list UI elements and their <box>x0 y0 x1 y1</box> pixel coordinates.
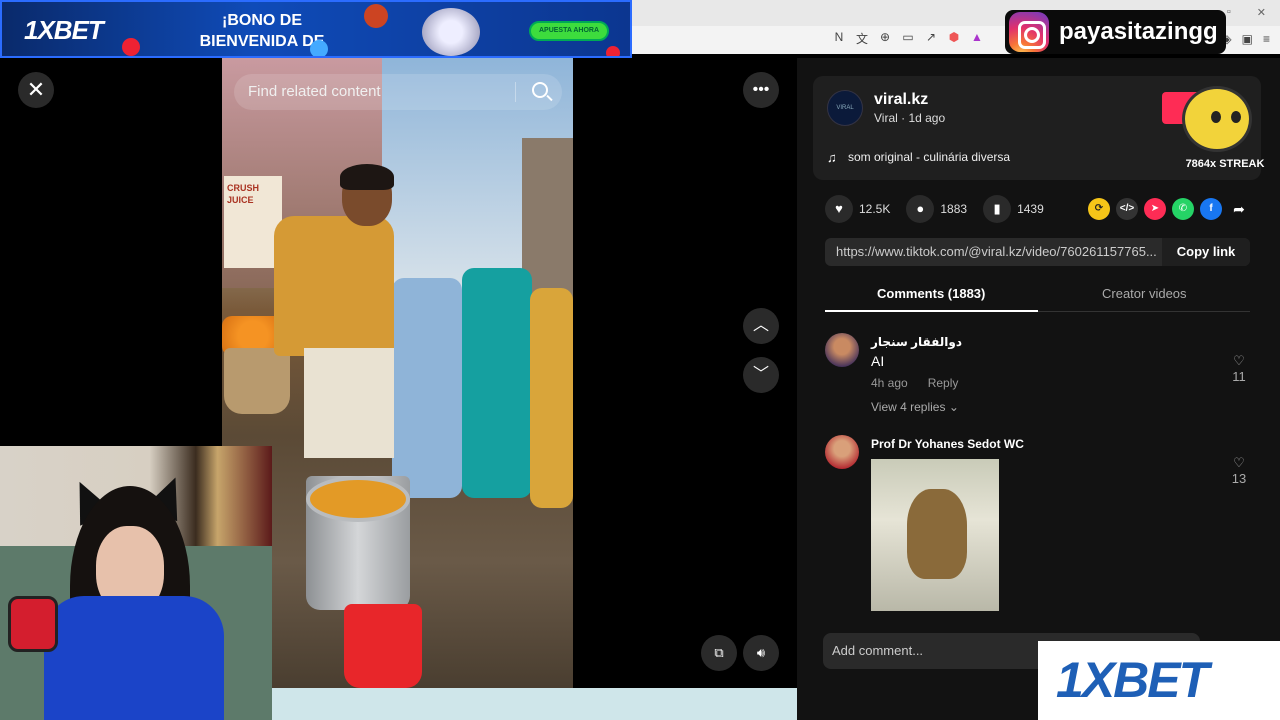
search-icon[interactable] <box>532 82 548 98</box>
translate-icon[interactable]: 文 <box>855 30 869 47</box>
tab-creator-videos[interactable]: Creator videos <box>1102 286 1187 301</box>
next-video-button[interactable]: ﹀ <box>743 357 779 393</box>
chevron-down-icon: ⌄ <box>948 400 959 414</box>
repost-icon[interactable]: ⟳ <box>1088 198 1110 220</box>
comment-image[interactable] <box>871 459 999 611</box>
panel-tabs: Comments (1883) Creator videos <box>825 280 1250 312</box>
video-url[interactable]: https://www.tiktok.com/@viral.kz/video/7… <box>836 244 1158 259</box>
music-title[interactable]: som original - culinária diversa <box>848 150 1010 164</box>
ad-decoration <box>606 46 620 56</box>
copy-link-button[interactable]: Copy link <box>1162 238 1250 266</box>
music-note-icon: ♫ <box>827 150 837 165</box>
share-arrow-icon[interactable]: ➦ <box>1228 198 1250 220</box>
wallet-icon[interactable]: ▣ <box>1242 32 1253 46</box>
heart-outline-icon[interactable]: ♡ <box>1227 455 1251 471</box>
related-search-bar[interactable]: Find related content <box>234 74 562 110</box>
tab-comments[interactable]: Comments (1883) <box>877 286 985 301</box>
astronaut-mascot-image <box>422 8 480 56</box>
video-crowd <box>392 268 573 528</box>
commenter-name[interactable]: Prof Dr Yohanes Sedot WC <box>871 437 1024 451</box>
rewards-icon[interactable]: ▲ <box>970 30 984 47</box>
maximize-icon[interactable]: ▫ <box>1227 6 1231 19</box>
comment-like-count: 11 <box>1232 369 1246 384</box>
reader-icon[interactable]: N <box>832 30 846 47</box>
facebook-icon[interactable]: f <box>1200 198 1222 220</box>
browser-right-icons: ◈ ▣ ≡ <box>1222 32 1270 46</box>
instagram-handle: payasitazingg <box>1059 18 1218 45</box>
instagram-icon <box>1009 12 1049 52</box>
ad-decoration <box>364 4 388 28</box>
search-input[interactable]: Find related content <box>248 83 381 100</box>
pip-button[interactable]: ⧉ <box>701 635 737 671</box>
active-tab-indicator <box>825 310 1038 312</box>
author-subtitle: Viral · 1d ago <box>874 111 946 125</box>
likes-count: 12.5K <box>859 202 891 216</box>
commenter-name[interactable]: دوالفقار سنجار <box>871 335 962 349</box>
embed-icon[interactable]: </> <box>1116 198 1138 220</box>
send-icon[interactable]: ➤ <box>1144 198 1166 220</box>
screenshot-icon[interactable]: ▭ <box>901 30 915 47</box>
engagement-stats: ♥ 12.5K ● 1883 ▮ 1439 <box>825 195 1060 223</box>
share-icons: ⟳ </> ➤ ✆ f ➦ <box>1088 198 1250 220</box>
comment-item: دوالفقار سنجار AI 4h ago Reply View 4 rep… <box>825 333 1251 423</box>
commenter-avatar[interactable] <box>825 333 859 367</box>
saves-count: 1439 <box>1017 202 1044 216</box>
ad-decoration <box>122 38 140 56</box>
brave-shield-icon[interactable]: ⬢ <box>947 30 961 47</box>
menu-icon[interactable]: ≡ <box>1263 32 1270 46</box>
share-page-icon[interactable]: ↗ <box>924 30 938 47</box>
ad-decoration <box>310 40 328 56</box>
comment-time: 4h ago <box>871 376 908 390</box>
comment-item: Prof Dr Yohanes Sedot WC ♡ 13 <box>825 435 1251 613</box>
microphone-icon <box>8 596 58 652</box>
video-pot-top <box>306 476 410 522</box>
bee-mascot-icon <box>1182 86 1252 152</box>
video-link-box: https://www.tiktok.com/@viral.kz/video/7… <box>825 238 1250 266</box>
search-divider <box>515 82 516 102</box>
heart-icon[interactable]: ♥ <box>825 195 853 223</box>
whatsapp-icon[interactable]: ✆ <box>1172 198 1194 220</box>
commenter-avatar[interactable] <box>825 435 859 469</box>
more-options-button[interactable]: ••• <box>743 72 779 108</box>
bookmark-icon[interactable]: ▮ <box>983 195 1012 223</box>
video-player[interactable]: CRUSH JUICE <box>222 58 573 688</box>
instagram-handle-overlay: payasitazingg <box>1005 10 1226 54</box>
view-replies-label: View 4 replies <box>871 400 946 414</box>
add-comment-input[interactable]: Add comment... <box>832 643 923 658</box>
comment-like[interactable]: ♡ 11 <box>1227 353 1251 384</box>
ad-logo: 1XBET <box>24 15 104 45</box>
bottom-ad-banner[interactable]: 1XBET <box>1038 641 1280 720</box>
volume-button[interactable]: 🔊︎ <box>743 635 779 671</box>
comment-like-count: 13 <box>1231 471 1247 486</box>
streak-counter: 7864x STREAK <box>1185 158 1265 170</box>
ad-logo: 1XBET <box>1056 652 1209 708</box>
comments-count: 1883 <box>940 202 968 216</box>
video-bucket <box>344 604 422 688</box>
video-man <box>274 164 394 488</box>
streak-overlay: 7864x STREAK <box>1170 78 1280 176</box>
heart-outline-icon[interactable]: ♡ <box>1227 353 1251 369</box>
comment-icon[interactable]: ● <box>906 195 935 223</box>
top-ad-banner[interactable]: 1XBET ¡BONO DE BIENVENIDA DE HASTA APUES… <box>0 0 632 58</box>
streamer-webcam <box>0 446 272 720</box>
previous-video-button[interactable]: ︿ <box>743 308 779 344</box>
comment-text: AI <box>871 353 885 369</box>
author-name[interactable]: viral.kz <box>874 91 928 109</box>
author-avatar[interactable]: VIRAL <box>827 90 863 126</box>
close-window-icon[interactable]: ✕ <box>1257 6 1266 19</box>
comment-like[interactable]: ♡ 13 <box>1227 455 1251 486</box>
address-bar-icons: N 文 ⊕ ▭ ↗ ⬢ ▲ <box>832 30 984 47</box>
comment-meta: 4h ago Reply <box>871 376 958 390</box>
reply-button[interactable]: Reply <box>928 376 959 390</box>
view-replies-button[interactable]: View 4 replies ⌄ <box>871 400 959 414</box>
ad-cta-button[interactable]: APUESTA AHORA <box>529 21 609 41</box>
close-button[interactable]: ✕ <box>18 72 54 108</box>
zoom-icon[interactable]: ⊕ <box>878 30 892 47</box>
